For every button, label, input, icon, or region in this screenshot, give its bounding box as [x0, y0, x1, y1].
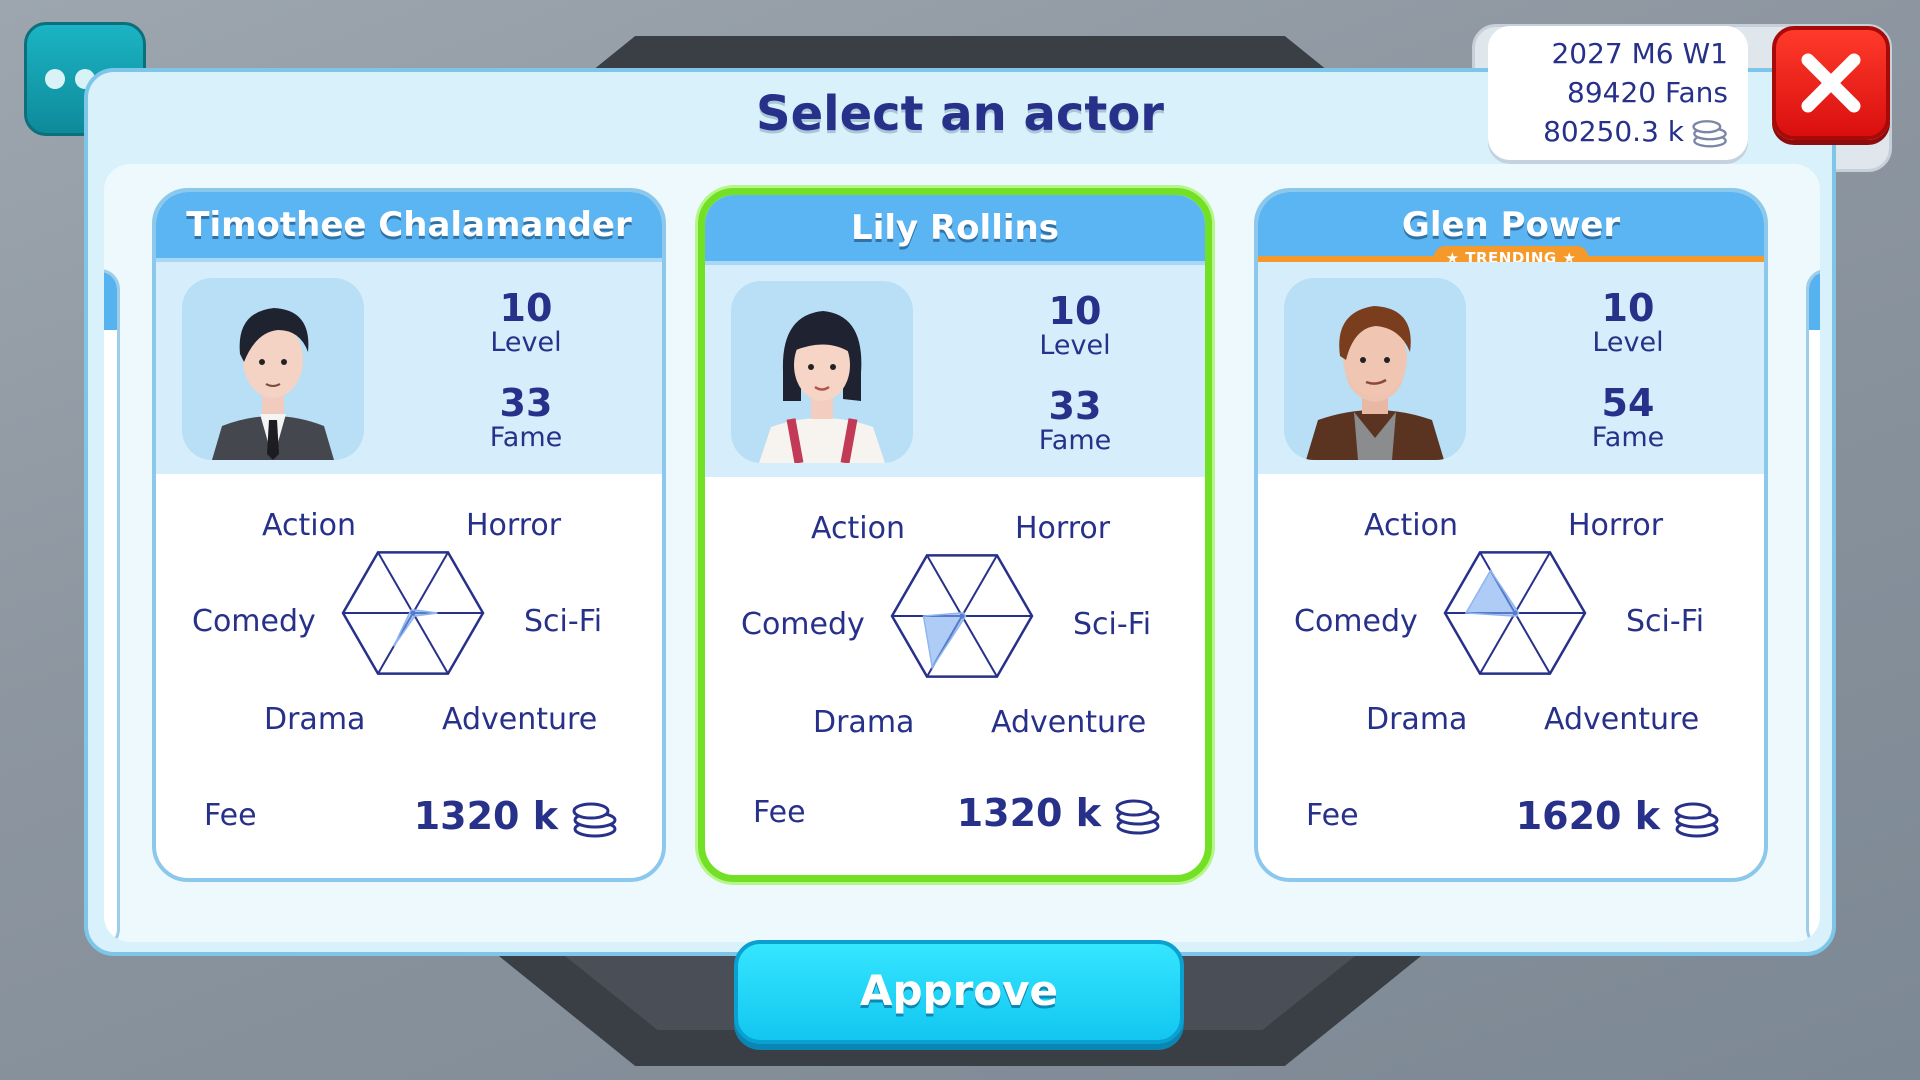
- approve-button[interactable]: Approve: [734, 940, 1184, 1044]
- level-label: Level: [1592, 327, 1664, 358]
- fame-value: 33: [1048, 384, 1102, 428]
- skill-polygon: [1464, 569, 1520, 617]
- coin-stack-icon: [1674, 802, 1719, 838]
- fame-label: Fame: [1038, 425, 1112, 456]
- genre-label-comedy: Comedy: [1294, 604, 1418, 639]
- genre-radar: Action Horror Comedy Sci-Fi Drama Advent…: [705, 477, 1205, 777]
- skill-radar-chart: [890, 554, 1034, 678]
- next-actor-card-peek[interactable]: [1806, 269, 1820, 942]
- genre-label-comedy: Comedy: [192, 604, 316, 639]
- level-value: 10: [1048, 289, 1102, 333]
- skill-polygon: [922, 612, 967, 670]
- genre-label-adventure: Adventure: [991, 705, 1147, 740]
- actor-name: Lily Rollins: [705, 195, 1205, 265]
- coin-stack-icon: [1115, 799, 1160, 835]
- fame-label: Fame: [1591, 422, 1665, 453]
- genre-radar: Action Horror Comedy Sci-Fi Drama Advent…: [156, 474, 662, 774]
- genre-radar: Action Horror Comedy Sci-Fi Drama Advent…: [1258, 474, 1764, 774]
- fame-value: 54: [1601, 381, 1655, 425]
- genre-label-action: Action: [262, 508, 356, 543]
- skill-radar-chart: [1443, 551, 1587, 675]
- level-value: 10: [499, 286, 553, 330]
- previous-actor-card-peek[interactable]: [104, 269, 120, 942]
- genre-label-action: Action: [811, 511, 905, 546]
- fame-value: 33: [499, 381, 553, 425]
- fans-count: 89420 Fans: [1567, 76, 1728, 109]
- fee-label: Fee: [1306, 798, 1359, 833]
- actor-card-glen-power[interactable]: Glen Power ★ TRENDING ★ 10 Level 54 Fame…: [1254, 188, 1768, 882]
- fee-value: 1620 k: [1515, 794, 1660, 838]
- more-dots-icon: [45, 69, 65, 89]
- actor-name: Timothee Chalamander: [156, 192, 662, 262]
- genre-label-horror: Horror: [1568, 508, 1664, 543]
- actor-portrait: [1284, 278, 1466, 460]
- money-balance: 80250.3 k: [1543, 115, 1684, 148]
- genre-label-comedy: Comedy: [741, 607, 865, 642]
- fee-label: Fee: [753, 795, 806, 830]
- genre-label-horror: Horror: [466, 508, 562, 543]
- fee-label: Fee: [204, 798, 257, 833]
- actor-card-lily-rollins[interactable]: Lily Rollins 10 Level 33 Fame Action Hor…: [698, 188, 1212, 882]
- genre-label-scifi: Sci-Fi: [1073, 607, 1152, 642]
- actor-card-timothee-chalamander[interactable]: Timothee Chalamander 10 Level 33 Fame Ac…: [152, 188, 666, 882]
- genre-label-drama: Drama: [264, 702, 366, 737]
- skill-polygon: [393, 609, 438, 647]
- level-label: Level: [490, 327, 562, 358]
- genre-label-scifi: Sci-Fi: [1626, 604, 1705, 639]
- genre-label-horror: Horror: [1015, 511, 1111, 546]
- skill-radar-chart: [341, 551, 485, 675]
- level-label: Level: [1039, 330, 1111, 361]
- genre-label-adventure: Adventure: [442, 702, 598, 737]
- genre-label-adventure: Adventure: [1544, 702, 1700, 737]
- level-value: 10: [1601, 286, 1655, 330]
- coin-stack-icon: [1692, 120, 1727, 148]
- fee-value: 1320 k: [956, 791, 1101, 835]
- player-stats-panel: 2027 M6 W1 89420 Fans 80250.3 k: [1488, 26, 1748, 160]
- genre-label-scifi: Sci-Fi: [524, 604, 603, 639]
- actor-portrait: [182, 278, 364, 460]
- fame-label: Fame: [489, 422, 563, 453]
- actor-portrait: [731, 281, 913, 463]
- genre-label-drama: Drama: [813, 705, 915, 740]
- genre-label-action: Action: [1364, 508, 1458, 543]
- close-x-icon: [1801, 53, 1861, 113]
- coin-stack-icon: [572, 802, 617, 838]
- close-button[interactable]: [1772, 26, 1890, 140]
- fee-value: 1320 k: [413, 794, 558, 838]
- genre-label-drama: Drama: [1366, 702, 1468, 737]
- game-date: 2027 M6 W1: [1551, 37, 1728, 70]
